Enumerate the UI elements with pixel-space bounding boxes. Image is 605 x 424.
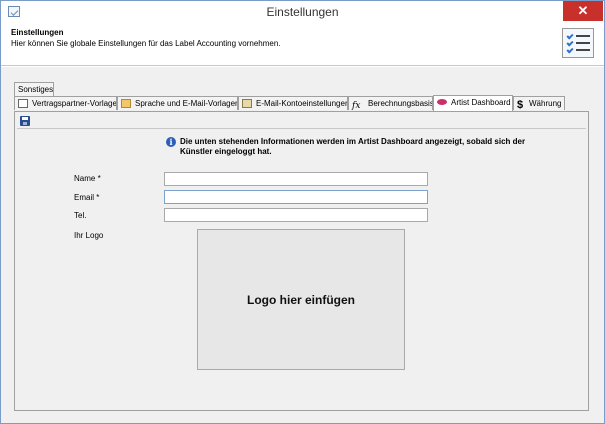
- tab-sprache-email-vorlagen[interactable]: Sprache und E-Mail-Vorlagen: [117, 96, 238, 110]
- tab-berechnungsbasis[interactable]: fx Berechnungsbasis: [348, 96, 433, 110]
- checklist-icon: [562, 28, 594, 58]
- tab-label: Währung: [529, 99, 562, 108]
- function-icon: fx: [352, 101, 361, 111]
- title-bar[interactable]: Einstellungen ✕: [1, 1, 604, 23]
- tel-input[interactable]: [164, 208, 428, 222]
- close-icon: ✕: [577, 3, 589, 18]
- tab-vertragspartner-vorlage[interactable]: Vertragspartner-Vorlage: [14, 96, 117, 110]
- save-icon[interactable]: [20, 116, 30, 126]
- dollar-icon: $: [517, 99, 524, 111]
- tab-label: Berechnungsbasis: [368, 99, 433, 108]
- logo-label: Ihr Logo: [74, 231, 104, 240]
- tab-waehrung[interactable]: $ Währung: [513, 96, 565, 110]
- artist-dashboard-content: i Die unten stehenden Informationen werd…: [17, 114, 586, 408]
- info-icon: i: [166, 137, 176, 147]
- tel-label: Tel.: [74, 211, 87, 220]
- contract-icon: [18, 99, 28, 108]
- tab-label: Sonstiges: [18, 85, 54, 94]
- tab-label: Sprache und E-Mail-Vorlagen: [135, 99, 238, 108]
- header-description: Hier können Sie globale Einstellungen fü…: [11, 39, 281, 48]
- name-input[interactable]: [164, 172, 428, 186]
- tab-label: Vertragspartner-Vorlage: [32, 99, 117, 108]
- email-input[interactable]: [164, 190, 428, 204]
- toolbar-divider: [17, 128, 586, 129]
- dashboard-icon: [437, 99, 447, 105]
- name-label: Name *: [74, 174, 101, 183]
- logo-placeholder-text: Logo hier einfügen: [247, 292, 355, 307]
- tab-sonstiges[interactable]: Sonstiges: [14, 82, 54, 96]
- mail-settings-icon: [242, 99, 252, 108]
- tab-label: E-Mail-Kontoeinstellungen: [256, 99, 348, 108]
- info-message: Die unten stehenden Informationen werden…: [180, 137, 526, 156]
- header-panel: Einstellungen Hier können Sie globale Ei…: [1, 23, 604, 66]
- settings-window: Einstellungen ✕ Einstellungen Hier könne…: [0, 0, 605, 424]
- tab-label: Artist Dashboard: [451, 98, 511, 107]
- artist-dashboard-page: i Die unten stehenden Informationen werd…: [14, 111, 589, 411]
- logo-drop-zone[interactable]: Logo hier einfügen: [197, 229, 405, 370]
- close-button[interactable]: ✕: [563, 1, 603, 21]
- header-title: Einstellungen: [11, 28, 64, 37]
- window-title: Einstellungen: [266, 5, 339, 19]
- email-label: Email *: [74, 193, 100, 202]
- mail-icon: [121, 99, 131, 108]
- tab-artist-dashboard[interactable]: Artist Dashboard: [433, 95, 513, 111]
- tab-email-kontoeinstellungen[interactable]: E-Mail-Kontoeinstellungen: [238, 96, 348, 110]
